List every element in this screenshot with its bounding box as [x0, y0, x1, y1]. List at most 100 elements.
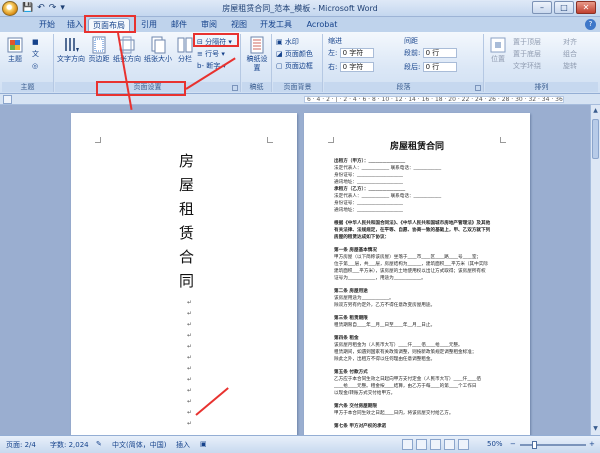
line-numbers-icon: ≡: [197, 50, 203, 58]
draft-view-icon[interactable]: [458, 439, 469, 450]
annotation-box-page-layout-tab: [84, 15, 136, 33]
rotate-button[interactable]: 旋转: [563, 61, 577, 71]
contract-heading-line: 第一条 房屋基本情况: [334, 248, 377, 253]
paragraph-dialog-launcher[interactable]: [475, 85, 481, 91]
contract-text-line: 甲方房屋（以下简称该房屋）坐落于____市____区____路____号____…: [334, 255, 482, 260]
scroll-up-icon[interactable]: ▲: [592, 107, 599, 115]
group-page-background: ▣ 水印 ◪ 页面颜色 ▢ 页面边框 页面背景: [273, 34, 323, 92]
cover-title-char: 赁: [179, 224, 195, 242]
contract-text-line: 租赁期限自____年__月__日至____年__月__日止。: [334, 323, 436, 328]
crop-mark: [267, 137, 273, 143]
page-color-button[interactable]: ◪ 页面颜色: [276, 49, 313, 59]
contract-text-line: 通讯地址：____________________: [334, 180, 403, 185]
paragraph-marks: ↵ ↵ ↵ ↵ ↵ ↵ ↵ ↵ ↵ ↵ ↵ ↵: [187, 299, 193, 427]
close-button[interactable]: ✕: [576, 1, 596, 14]
page-indicator[interactable]: 页面: 2/4: [6, 440, 36, 450]
manuscript-settings-button[interactable]: 稿纸设置: [244, 36, 270, 73]
theme-fonts-button[interactable]: 文: [32, 49, 39, 59]
spacing-before-input[interactable]: 0 行: [422, 48, 457, 58]
minimize-button[interactable]: –: [532, 1, 552, 14]
group-label-manuscript: 稿纸: [242, 82, 271, 92]
position-button[interactable]: 位置: [487, 36, 509, 64]
ribbon: 主题 ■ 文 ◎ 主题 文字方向 页边距 纸张方向 纸张大小 分栏 ⊟ 分隔符 …: [0, 32, 600, 94]
spell-check-icon[interactable]: ✎: [96, 440, 102, 448]
tab-review[interactable]: 审阅: [198, 18, 220, 32]
contract-text-line: 乙方应于本合同生效之日起向甲方支付定金（人民币大写）____仟____佰: [334, 377, 482, 382]
contract-title: 房屋租赁合同: [389, 142, 444, 152]
spacing-after-input[interactable]: 0 行: [422, 62, 457, 72]
margins-button[interactable]: 页边距: [87, 36, 111, 64]
zoom-slider[interactable]: [520, 441, 586, 449]
text-direction-button[interactable]: 文字方向: [57, 36, 85, 64]
document-area[interactable]: 房 屋 租 赁 合 同 ↵ ↵ ↵ ↵ ↵ ↵ ↵ ↵ ↵ ↵ ↵ ↵ 房屋租赁合同 出租方（甲方）：…: [0, 105, 590, 435]
help-icon[interactable]: ?: [585, 19, 596, 30]
word-count[interactable]: 字数: 2,024: [50, 440, 89, 450]
contract-text-line: 以现金/转账方式交付给甲方。: [334, 391, 396, 396]
contract-text-line: 该房屋月租金为（人民币大写）____仟____佰____拾____元整。: [334, 343, 463, 348]
web-layout-view-icon[interactable]: [430, 439, 441, 450]
group-arrange: 位置 置于顶层 置于底层 文字环绕 对齐 组合 旋转 排列: [485, 34, 598, 92]
tab-insert[interactable]: 插入: [64, 18, 86, 32]
contract-text-line: 法定代表人：____________ 联系电话：____________: [334, 194, 442, 199]
tab-home[interactable]: 开始: [36, 18, 58, 32]
maximize-button[interactable]: □: [554, 1, 574, 14]
tab-selector[interactable]: [3, 95, 12, 104]
tab-acrobat[interactable]: Acrobat: [304, 18, 340, 32]
zoom-out-button[interactable]: −: [510, 440, 516, 448]
crop-mark: [95, 137, 101, 143]
zoom-in-button[interactable]: +: [589, 440, 595, 448]
page-2[interactable]: 房屋租赁合同 出租方（甲方）：________________ 法定代表人：___…: [304, 113, 530, 435]
scroll-thumb[interactable]: [592, 119, 599, 159]
horizontal-ruler: 6 · 4 · 2 · | · 2 · 4 · 6 · 8 · 10 · 12 …: [0, 94, 600, 105]
indent-right-input[interactable]: 0 字符: [339, 62, 374, 72]
size-button[interactable]: 纸张大小: [143, 36, 173, 64]
insert-mode-indicator[interactable]: 插入: [176, 440, 190, 450]
zoom-slider-knob[interactable]: [532, 441, 538, 449]
group-label-themes: 主题: [2, 82, 53, 92]
contract-text-line: 租赁期间，如遇到国家有关政策调整，则按新政策规定调整租金标准；: [334, 350, 477, 355]
tab-developer[interactable]: 开发工具: [256, 18, 296, 32]
watermark-button[interactable]: ▣ 水印: [276, 37, 299, 47]
columns-button[interactable]: 分栏: [175, 36, 195, 64]
align-button[interactable]: 对齐: [563, 37, 577, 47]
contract-heading-line: 第五条 付款方式: [334, 370, 368, 375]
contract-text-line: 除此之外，出租方不得以任何理由任意调整租金。: [334, 357, 436, 362]
zoom-level[interactable]: 50%: [487, 440, 503, 448]
tab-view[interactable]: 视图: [228, 18, 250, 32]
macro-record-icon[interactable]: ▣: [200, 440, 207, 448]
orientation-button[interactable]: 纸张方向: [113, 36, 141, 64]
line-numbers-button[interactable]: ≡ 行号 ▾: [197, 49, 225, 59]
text-direction-icon: [65, 38, 79, 52]
contract-text-line: 身份证号：____________________: [334, 173, 403, 178]
indent-left-input[interactable]: 0 字符: [339, 48, 374, 58]
contract-heading-line: 第二条 房屋用途: [334, 289, 368, 294]
page-setup-dialog-launcher[interactable]: [232, 85, 238, 91]
group-label-paragraph: 段落: [324, 82, 483, 92]
contract-text-line: 证号为____________，用途为____________。: [334, 276, 426, 281]
send-to-back-button[interactable]: 置于底层: [513, 49, 541, 59]
contract-text-line: 该房屋用途为____________。: [334, 296, 394, 301]
tab-references[interactable]: 引用: [138, 18, 160, 32]
theme-colors-button[interactable]: ■: [32, 37, 39, 47]
vertical-scrollbar[interactable]: ▲ ▼: [590, 105, 600, 435]
text-wrapping-button[interactable]: 文字环绕: [513, 61, 541, 71]
scroll-down-icon[interactable]: ▼: [592, 425, 599, 433]
position-icon: [490, 37, 506, 53]
theme-effects-button[interactable]: ◎: [32, 61, 38, 71]
margins-icon: [92, 36, 106, 54]
outline-view-icon[interactable]: [444, 439, 455, 450]
themes-icon: [7, 37, 23, 53]
language-indicator[interactable]: 中文(简体，中国): [112, 440, 166, 450]
page-1[interactable]: 房 屋 租 赁 合 同 ↵ ↵ ↵ ↵ ↵ ↵ ↵ ↵ ↵ ↵ ↵ ↵: [71, 113, 297, 435]
print-layout-view-icon[interactable]: [402, 439, 413, 450]
dropdown-arrow-icon: ▾: [221, 50, 225, 58]
full-screen-view-icon[interactable]: [416, 439, 427, 450]
ruler-scale[interactable]: 6 · 4 · 2 · | · 2 · 4 · 6 · 8 · 10 · 12 …: [304, 96, 564, 103]
contract-heading-line: 第七条 甲方对产权的承诺: [334, 424, 387, 429]
page-borders-button[interactable]: ▢ 页面边框: [276, 61, 313, 71]
tab-mailings[interactable]: 邮件: [168, 18, 190, 32]
group-button[interactable]: 组合: [563, 49, 577, 59]
themes-button[interactable]: 主题: [4, 36, 26, 64]
group-label-page-background: 页面背景: [273, 82, 322, 92]
bring-to-front-button[interactable]: 置于顶层: [513, 37, 541, 47]
